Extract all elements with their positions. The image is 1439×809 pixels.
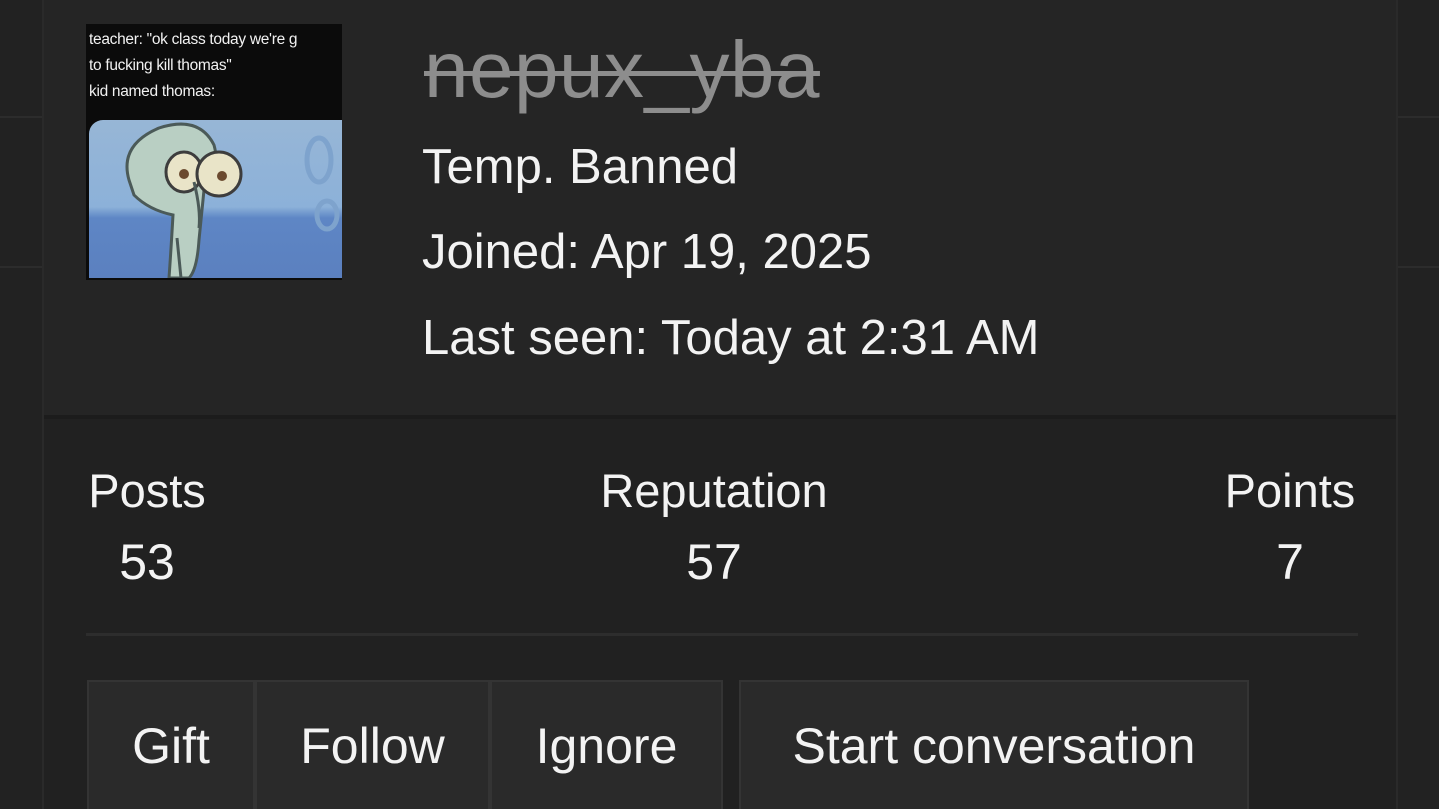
squidward-illustration [125, 122, 340, 278]
background-divider [1398, 266, 1439, 268]
background-divider [0, 116, 42, 118]
stat-posts[interactable]: Posts 53 [86, 462, 208, 592]
stat-reputation-value: 57 [686, 534, 742, 590]
background-divider [0, 266, 42, 268]
start-conversation-button[interactable]: Start conversation [739, 680, 1249, 809]
stat-points[interactable]: Points 7 [1220, 462, 1360, 592]
section-divider [86, 633, 1358, 636]
gift-button[interactable]: Gift [87, 680, 255, 809]
stat-points-label: Points [1224, 464, 1356, 517]
follow-button[interactable]: Follow [255, 680, 490, 809]
stat-reputation[interactable]: Reputation 57 [584, 462, 844, 592]
ignore-button[interactable]: Ignore [490, 680, 723, 809]
member-header: teacher: "ok class today we're g to fuck… [44, 0, 1396, 419]
member-tooltip-card: teacher: "ok class today we're g to fuck… [42, 0, 1398, 809]
avatar-caption: teacher: "ok class today we're g to fuck… [89, 31, 298, 100]
joined-date: Joined: Apr 19, 2025 [422, 225, 872, 279]
background-right-panel [1398, 0, 1439, 809]
avatar-image [89, 120, 342, 278]
avatar[interactable]: teacher: "ok class today we're g to fuck… [86, 24, 342, 280]
stat-posts-label: Posts [88, 464, 206, 517]
background-left-panel [0, 0, 42, 809]
user-status: Temp. Banned [422, 140, 738, 194]
background-divider [1398, 116, 1439, 118]
stat-reputation-label: Reputation [600, 464, 828, 517]
stat-points-value: 7 [1276, 534, 1304, 590]
stat-posts-value: 53 [119, 534, 175, 590]
last-seen: Last seen: Today at 2:31 AM [422, 311, 1040, 365]
username-link[interactable]: nepux_yba [424, 24, 820, 116]
